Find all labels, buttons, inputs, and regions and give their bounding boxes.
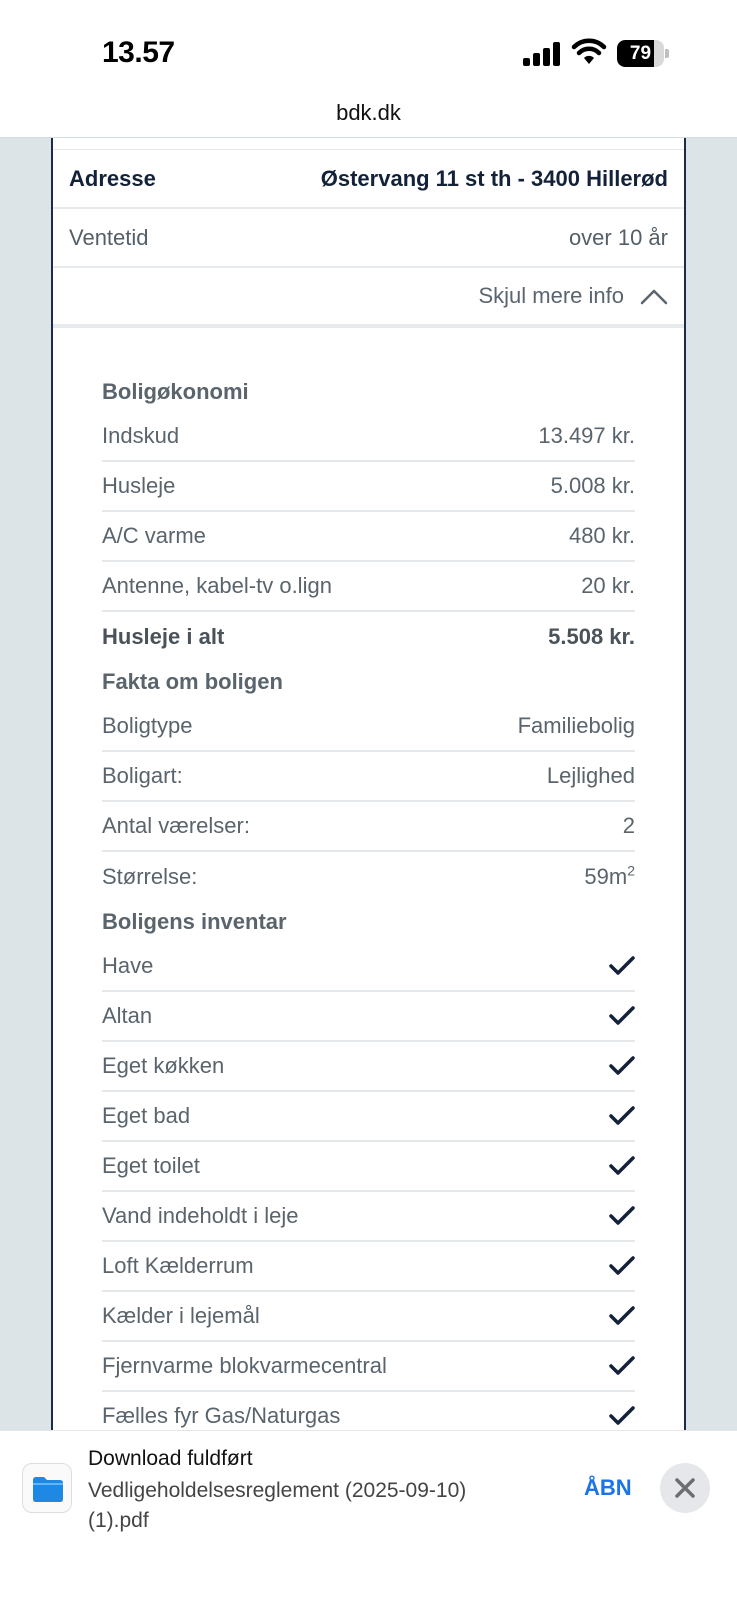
size-row: Størrelse: 59m2: [102, 852, 635, 902]
inventory-row: Loft Kælderrum: [102, 1242, 635, 1292]
economy-list: Indskud 13.497 kr. Husleje 5.008 kr. A/C var…: [102, 412, 635, 612]
files-app-icon: [22, 1463, 72, 1513]
fact-value: Familiebolig: [517, 713, 635, 738]
economy-title: Boligøkonomi: [102, 379, 249, 404]
checkmark-icon: [609, 1306, 635, 1325]
inventory-label: Fjernvarme blokvarmecentral: [102, 1353, 387, 1378]
address-value: Østervang 11 st th - 3400 Hillerød: [320, 165, 668, 191]
inventory-title: Boligens inventar: [102, 909, 287, 934]
download-filename: Vedligeholdelsesreglement (2025-09-10) (…: [88, 1479, 467, 1532]
fact-label: Antal værelser:: [102, 813, 250, 838]
inventory-label: Vand indeholdt i leje: [102, 1203, 299, 1228]
inventory-row: Fælles fyr Gas/Naturgas: [102, 1392, 635, 1430]
battery-percent: 79: [629, 43, 652, 64]
checkmark-icon: [609, 1256, 635, 1275]
inventory-label: Have: [102, 953, 154, 978]
battery-icon: 79: [617, 40, 669, 67]
checkmark-icon: [609, 1406, 635, 1425]
economy-row: A/C varme 480 kr.: [102, 512, 635, 562]
total-rent-value: 5.508 kr.: [548, 624, 635, 649]
fact-value: Lejlighed: [546, 763, 635, 788]
checkmark-icon: [609, 1056, 635, 1075]
economy-row: Antenne, kabel-tv o.lign 20 kr.: [102, 562, 635, 612]
size-label: Størrelse:: [102, 864, 198, 889]
cellular-signal-icon: [523, 42, 561, 66]
economy-value: 5.008 kr.: [550, 473, 635, 498]
download-status: Download fuldført: [88, 1447, 253, 1470]
total-rent-row: Husleje i alt 5.508 kr.: [102, 612, 635, 662]
fact-row: Boligtype Familiebolig: [102, 702, 635, 752]
facts-title: Fakta om boligen: [102, 669, 283, 694]
inventory-row: Eget køkken: [102, 1042, 635, 1092]
inventory-row: Fjernvarme blokvarmecentral: [102, 1342, 635, 1392]
waiting-time-label: Ventetid: [69, 224, 149, 250]
inventory-label: Loft Kælderrum: [102, 1253, 254, 1278]
fact-label: Boligtype: [102, 713, 193, 738]
hide-more-info-toggle[interactable]: Skjul mere info: [53, 268, 684, 328]
inventory-row: Eget toilet: [102, 1142, 635, 1192]
economy-label: Husleje: [102, 473, 176, 498]
economy-value: 480 kr.: [568, 523, 635, 548]
checkmark-icon: [609, 956, 635, 975]
address-bar[interactable]: bdk.dk: [0, 92, 737, 138]
fact-row: Boligart: Lejlighed: [102, 752, 635, 802]
download-banner: Download fuldført Vedligeholdelsesreglem…: [0, 1430, 737, 1600]
chevron-up-icon: [640, 289, 668, 305]
inventory-row: Eget bad: [102, 1092, 635, 1142]
listing-card: Adresse Østervang 11 st th - 3400 Hiller…: [51, 138, 686, 1430]
size-value: 59m2: [584, 862, 635, 889]
url-text: bdk.dk: [336, 100, 401, 125]
inventory-label: Kælder i lejemål: [102, 1303, 260, 1328]
facts-list: Boligtype Familiebolig Boligart: Lejlighed A…: [102, 702, 635, 852]
status-time: 13.57: [102, 36, 175, 69]
inventory-row: Altan: [102, 992, 635, 1042]
checkmark-icon: [609, 1106, 635, 1125]
economy-row: Indskud 13.497 kr.: [102, 412, 635, 462]
inventory-label: Fælles fyr Gas/Naturgas: [102, 1403, 341, 1428]
checkmark-icon: [609, 1206, 635, 1225]
economy-value: 13.497 kr.: [538, 423, 635, 448]
checkmark-icon: [609, 1006, 635, 1025]
inventory-row: Kælder i lejemål: [102, 1292, 635, 1342]
details-section: Boligøkonomi Indskud 13.497 kr. Husleje 5.0…: [53, 328, 684, 1430]
close-button[interactable]: [660, 1463, 710, 1513]
hide-more-info-label: Skjul mere info: [478, 283, 624, 308]
economy-label: Indskud: [102, 423, 180, 448]
address-label: Adresse: [69, 165, 156, 191]
inventory-label: Eget toilet: [102, 1153, 200, 1178]
waiting-time-value: over 10 år: [568, 224, 668, 250]
status-bar: 13.57 79: [0, 0, 737, 92]
inventory-label: Eget køkken: [102, 1053, 225, 1078]
inventory-row: Vand indeholdt i leje: [102, 1192, 635, 1242]
fact-value: 2: [622, 813, 635, 838]
economy-value: 20 kr.: [581, 573, 635, 598]
economy-label: Antenne, kabel-tv o.lign: [102, 573, 332, 598]
economy-row: Husleje 5.008 kr.: [102, 462, 635, 512]
address-row: Adresse Østervang 11 st th - 3400 Hiller…: [53, 150, 684, 209]
open-button[interactable]: ÅBN: [584, 1475, 632, 1501]
close-icon: [675, 1478, 695, 1498]
economy-label: A/C varme: [102, 523, 206, 548]
fact-row: Antal værelser: 2: [102, 802, 635, 852]
checkmark-icon: [609, 1156, 635, 1175]
total-rent-label: Husleje i alt: [102, 624, 225, 649]
page-content: Adresse Østervang 11 st th - 3400 Hiller…: [0, 138, 737, 1430]
card-top-divider: [53, 138, 684, 150]
inventory-label: Altan: [102, 1003, 153, 1028]
waiting-time-row: Ventetid over 10 år: [53, 209, 684, 268]
checkmark-icon: [609, 1356, 635, 1375]
inventory-list: Have Altan Eget køkken Eget bad Eget toilet V…: [102, 942, 635, 1430]
inventory-row: Have: [102, 942, 635, 992]
wifi-icon: [571, 38, 607, 64]
fact-label: Boligart:: [102, 763, 183, 788]
inventory-label: Eget bad: [102, 1103, 191, 1128]
